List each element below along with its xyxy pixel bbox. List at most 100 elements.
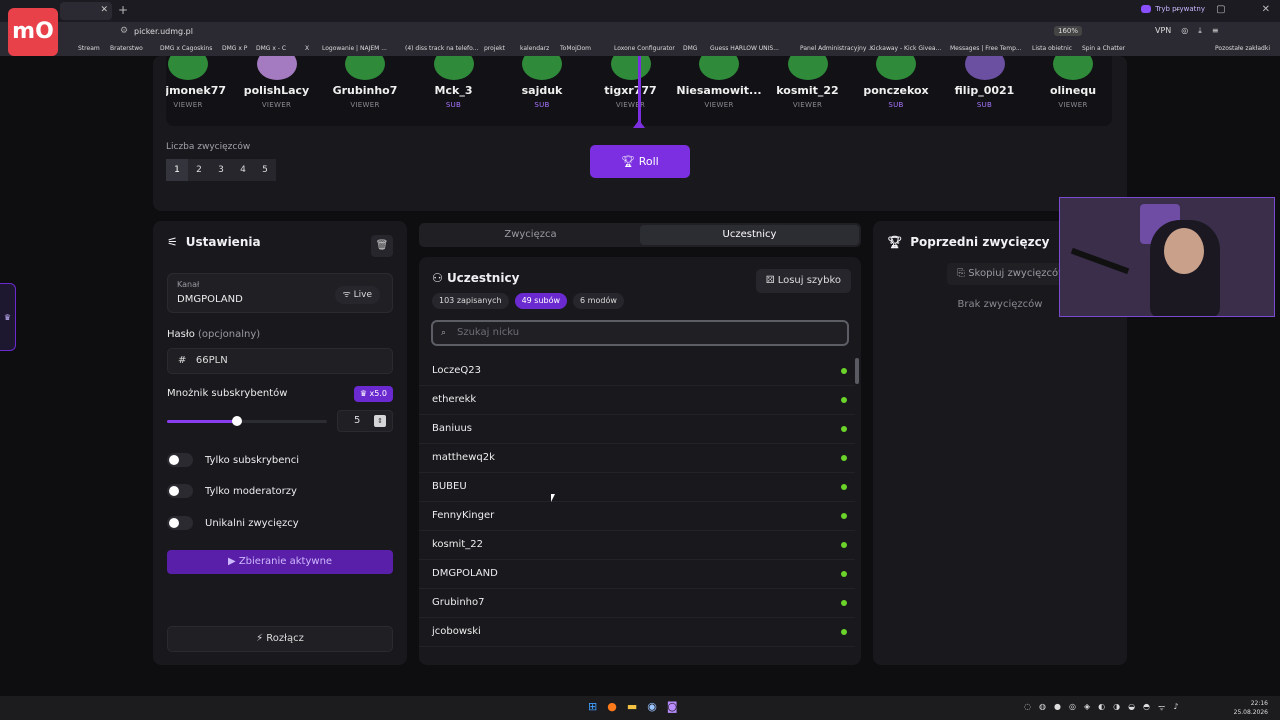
bookmark-item[interactable]: X [305,45,309,52]
bookmark-item[interactable]: kalendarz [520,45,549,52]
bookmark-item[interactable]: Stream [78,45,100,52]
carousel-role: VIEWER [350,101,380,109]
volume-icon[interactable]: ♪ [1173,702,1178,713]
bookmark-item[interactable]: ToMojDom [560,45,591,52]
slider-handle[interactable] [232,416,243,426]
stepper-arrows-icon[interactable]: ⇕ [374,415,386,427]
url-field[interactable]: picker.udmg.pl [134,27,193,36]
roll-button[interactable]: 🏆︎ Roll [590,145,690,178]
extension-icon[interactable]: ◎ [1181,26,1188,36]
toggle-unique-winners[interactable]: Unikalni zwycięzcy [167,516,299,530]
site-info-icon[interactable]: ⚙ [120,26,128,36]
bookmark-item[interactable]: (4) diss track na telefo... [405,45,478,52]
tray-icon[interactable]: ◌ [1024,702,1031,713]
participant-row[interactable]: LoczeQ23 [419,357,855,386]
participant-row[interactable]: DMGPOLAND [419,560,855,589]
tray-icon[interactable]: ◒ [1128,702,1135,713]
online-status-icon [841,600,847,606]
bookmark-item[interactable]: DMG x P [222,45,247,52]
bookmark-item[interactable]: Logowanie | NAJEM ... [322,45,387,52]
toggle-switch[interactable] [167,453,193,467]
bookmark-item[interactable]: Panel Administracyjny ... [800,45,874,52]
bookmark-item[interactable]: Lista obietnic [1032,45,1072,52]
bookmark-item[interactable]: Loxone Configurator [614,45,675,52]
menu-icon[interactable]: ≡ [1212,26,1219,36]
side-crown-button[interactable]: ♛ [0,283,16,351]
winners-count-option[interactable]: 1 [166,159,188,181]
zoom-indicator[interactable]: 160% [1054,26,1083,36]
carousel-role: VIEWER [261,101,292,109]
participant-row[interactable]: FennyKinger [419,502,855,531]
online-status-icon [841,542,847,548]
bookmark-item[interactable]: Guess HARLOW UNIS... [710,45,779,52]
maximize-icon[interactable]: ▢ [1216,4,1225,15]
vpn-button[interactable]: VPN [1155,26,1171,36]
tray-icon[interactable]: ◓ [1143,702,1150,713]
firefox-icon[interactable]: ● [607,700,617,713]
tab-participants[interactable]: Uczestnicy [640,225,859,245]
tray-icon[interactable]: ◈ [1084,702,1090,713]
folder-icon[interactable]: ▬ [627,700,637,713]
quick-draw-button[interactable]: ⚄ Losuj szybko [755,269,851,293]
close-window-icon[interactable]: ✕ [1262,4,1270,15]
multiplier-slider[interactable] [167,416,327,426]
bookmark-item[interactable]: projekt [484,45,505,52]
winners-count-option[interactable]: 3 [210,159,232,181]
taskbar-clock[interactable]: 22:16 25.08.2026 [1234,699,1268,717]
participant-row[interactable]: Baniuus [419,415,855,444]
steam-icon[interactable]: ◉ [647,700,657,713]
tab-winner[interactable]: Zwycięzca [421,225,640,245]
participant-row[interactable]: jcobowski [419,618,855,647]
scrollbar[interactable] [855,358,859,384]
trash-icon[interactable]: 🗑︎ [371,235,393,257]
minimize-icon[interactable]: – [1175,4,1180,15]
tray-icon[interactable]: ◑ [1113,702,1120,713]
wifi-icon[interactable]: ᯤ [1158,702,1165,713]
copy-winners-button[interactable]: ⎘ Skopiuj zwycięzców [947,263,1067,285]
bookmark-item[interactable]: Pozostałe zakładki [1215,45,1270,52]
winners-count-option[interactable]: 5 [254,159,276,181]
close-tab-icon[interactable]: ✕ [100,5,108,15]
toggle-subscribers-only[interactable]: Tylko subskrybenci [167,453,299,467]
winners-count-option[interactable]: 2 [188,159,210,181]
webcam-face [1164,228,1204,274]
participant-row[interactable]: matthewq2k [419,444,855,473]
participant-row[interactable]: etherekk [419,386,855,415]
bookmark-item[interactable]: Spin a Chatter [1082,45,1125,52]
winners-count-label: Liczba zwycięzców [166,142,251,152]
participant-row[interactable]: BUBEU [419,473,855,502]
windows-start-icon[interactable]: ⊞ [588,700,597,713]
bookmark-item[interactable]: Kickaway - Kick Givea... [870,45,941,52]
tray-icon[interactable]: ◎ [1069,702,1076,713]
carousel-pointer-arrow [633,120,645,128]
toggle-moderators-only[interactable]: Tylko moderatorzy [167,484,297,498]
collecting-active-button[interactable]: ▶ Zbieranie aktywne [167,550,393,574]
play-icon: ▶ [227,556,239,567]
password-field[interactable]: # 66PLN [167,348,393,374]
search-input[interactable]: ⌕ Szukaj nicku [431,320,849,346]
bookmark-item[interactable]: Braterstwo [110,45,143,52]
multiplier-stepper[interactable]: 5 ⇕ [337,410,393,432]
toggle-switch[interactable] [167,516,193,530]
download-icon[interactable]: ⤓ [1198,26,1202,36]
bookmark-item[interactable]: DMG x - C [256,45,286,52]
carousel-role: SUB [976,101,993,109]
disconnect-button[interactable]: ⚡︎ Rozłącz [167,626,393,652]
password-label: Hasło (opcjonalny) [167,329,261,340]
participant-row[interactable]: kosmit_22 [419,531,855,560]
new-tab-icon[interactable]: + [118,3,128,17]
tray-icon[interactable]: ● [1054,702,1061,713]
tray-icon[interactable]: ◐ [1098,702,1105,713]
bookmark-item[interactable]: DMG [683,45,697,52]
tray-icon[interactable]: ◍ [1039,702,1046,713]
online-status-icon [841,397,847,403]
bookmark-item[interactable]: DMG x Cagoskins [160,45,212,52]
toggle-switch[interactable] [167,484,193,498]
multiplier-badge: ♛ x5.0 [353,386,393,402]
participant-row[interactable]: Grubinho7 [419,589,855,618]
channel-field[interactable]: Kanał DMGPOLAND ᯤ Live [167,273,393,313]
winners-count-option[interactable]: 4 [232,159,254,181]
bookmark-item[interactable]: Messages | Free Temp... [950,45,1022,52]
browser-private-icon[interactable]: ◙ [667,700,678,713]
browser-tab[interactable]: ✕ [60,2,112,20]
